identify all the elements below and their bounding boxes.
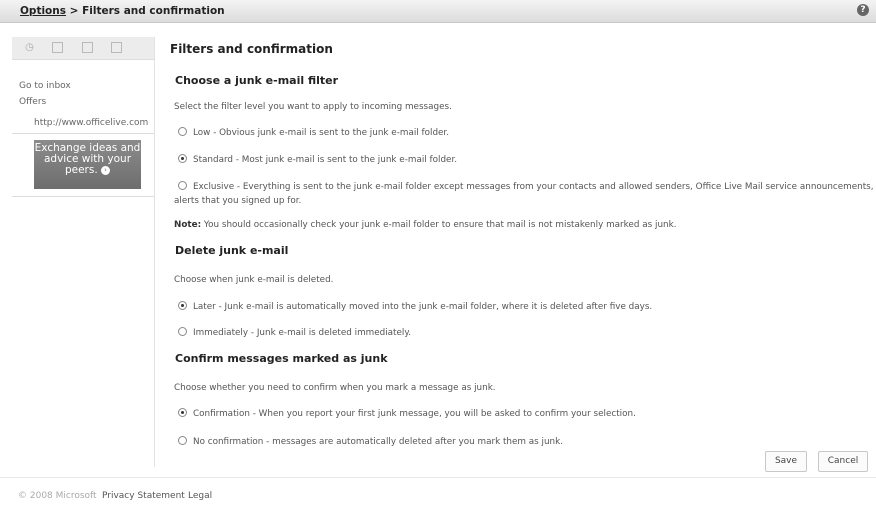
- cancel-button[interactable]: Cancel: [818, 451, 868, 472]
- privacy-statement-link[interactable]: Privacy Statement: [102, 491, 185, 501]
- junk-filter-standard-option[interactable]: Standard - Most junk e-mail is sent to t…: [178, 154, 457, 165]
- page-title: Filters and confirmation: [170, 42, 333, 56]
- help-icon[interactable]: ?: [857, 4, 869, 16]
- junk-filter-description: Select the filter level you want to appl…: [174, 102, 452, 112]
- sidebar: ◷ Go to inbox Offers http://www.officeli…: [12, 37, 155, 467]
- delete-junk-description: Choose when junk e-mail is deleted.: [174, 275, 334, 285]
- go-to-inbox-link[interactable]: Go to inbox: [19, 81, 71, 91]
- confirm-junk-heading: Confirm messages marked as junk: [175, 352, 388, 365]
- radio-later[interactable]: [178, 301, 187, 310]
- confirm-junk-no-confirmation-label: No confirmation - messages are automatic…: [193, 437, 564, 447]
- breadcrumb-options-link[interactable]: Options: [20, 5, 66, 17]
- breadcrumb: Options > Filters and confirmation: [20, 5, 225, 17]
- delete-junk-heading: Delete junk e-mail: [175, 244, 289, 257]
- save-button[interactable]: Save: [765, 451, 807, 472]
- note-text: You should occasionally check your junk …: [201, 220, 677, 230]
- delete-junk-immediately-option[interactable]: Immediately - Junk e-mail is deleted imm…: [178, 327, 411, 338]
- confirm-junk-confirmation-option[interactable]: Confirmation - When you report your firs…: [178, 408, 636, 419]
- calendar-icon[interactable]: [52, 42, 63, 53]
- radio-exclusive[interactable]: [178, 181, 187, 190]
- footer: © 2008 Microsoft Privacy Statement Legal: [0, 477, 876, 512]
- breadcrumb-separator: >: [66, 5, 83, 17]
- main-content: Filters and confirmation Choose a junk e…: [164, 37, 876, 467]
- breadcrumb-bar: Options > Filters and confirmation ?: [0, 0, 876, 23]
- breadcrumb-current: Filters and confirmation: [82, 5, 225, 17]
- junk-filter-low-option[interactable]: Low - Obvious junk e-mail is sent to the…: [178, 127, 449, 138]
- legal-link[interactable]: Legal: [188, 491, 212, 501]
- ad-banner[interactable]: Exchange ideas and advice with your peer…: [34, 140, 141, 189]
- radio-low[interactable]: [178, 127, 187, 136]
- book-icon[interactable]: [82, 42, 93, 53]
- clock-icon[interactable]: ◷: [24, 42, 35, 53]
- delete-junk-later-label: Later - Junk e-mail is automatically mov…: [193, 302, 653, 312]
- arrow-icon: ›: [101, 165, 111, 175]
- ad-text: Exchange ideas and advice with your peer…: [34, 142, 141, 176]
- confirm-junk-confirmation-label: Confirmation - When you report your firs…: [193, 409, 636, 419]
- sidebar-icon-bar: ◷: [12, 37, 154, 60]
- offers-label: Offers: [19, 97, 47, 107]
- junk-filter-standard-label: Standard - Most junk e-mail is sent to t…: [193, 155, 458, 165]
- junk-filter-low-label: Low - Obvious junk e-mail is sent to the…: [193, 128, 450, 138]
- radio-immediately[interactable]: [178, 327, 187, 336]
- radio-no-confirmation[interactable]: [178, 436, 187, 445]
- copyright: © 2008 Microsoft: [18, 491, 97, 501]
- delete-junk-later-option[interactable]: Later - Junk e-mail is automatically mov…: [178, 301, 652, 312]
- sidebar-divider: [12, 133, 154, 134]
- junk-filter-exclusive-label-cont: alerts that you signed up for.: [174, 196, 302, 206]
- junk-note: Note: You should occasionally check your…: [174, 220, 676, 230]
- delete-junk-immediately-label: Immediately - Junk e-mail is deleted imm…: [193, 328, 412, 338]
- sidebar-divider: [12, 196, 154, 197]
- junk-filter-exclusive-label: Exclusive - Everything is sent to the ju…: [193, 182, 876, 192]
- radio-confirmation[interactable]: [178, 408, 187, 417]
- note-label: Note:: [174, 220, 202, 230]
- junk-filter-exclusive-option[interactable]: Exclusive - Everything is sent to the ju…: [178, 181, 876, 192]
- confirm-junk-description: Choose whether you need to confirm when …: [174, 383, 496, 393]
- offer-url-link[interactable]: http://www.officelive.com: [34, 118, 148, 128]
- junk-filter-heading: Choose a junk e-mail filter: [175, 74, 339, 87]
- confirm-junk-no-confirmation-option[interactable]: No confirmation - messages are automatic…: [178, 436, 563, 447]
- list-icon[interactable]: [111, 42, 122, 53]
- radio-standard[interactable]: [178, 154, 187, 163]
